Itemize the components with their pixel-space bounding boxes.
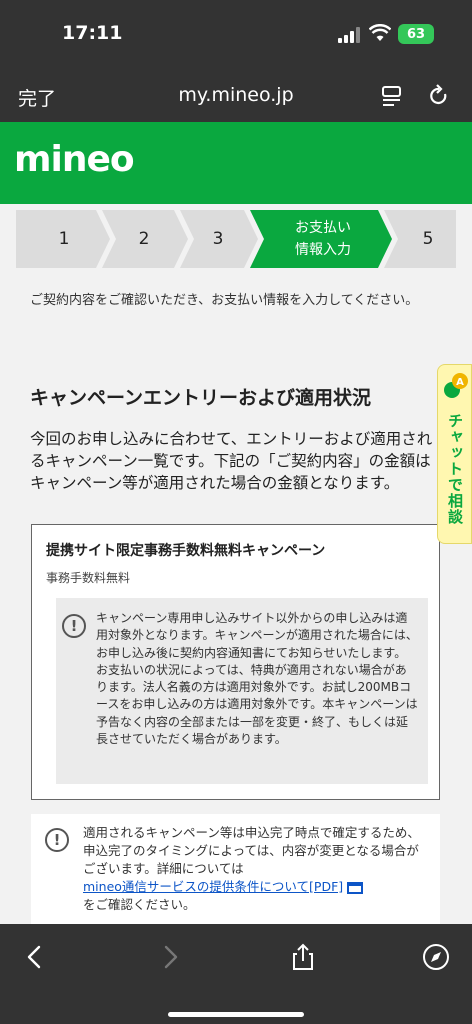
- forward-icon[interactable]: [155, 942, 185, 972]
- brand-header: mineo: [0, 122, 472, 204]
- section-title: キャンペーンエントリーおよび適用状況: [30, 387, 372, 409]
- step-5: 5: [422, 229, 434, 249]
- step-4-line1: お支払い: [295, 220, 351, 236]
- campaign-subtitle: 事務手数料無料: [46, 571, 131, 585]
- terms-pdf-link[interactable]: mineo通信サービスの提供条件について[PDF]: [83, 879, 343, 894]
- home-indicator: [168, 1012, 304, 1017]
- status-bar: 17:11 63: [0, 0, 472, 62]
- step-4-active: お支払い 情報入力: [268, 210, 378, 268]
- note-text-before: 適用されるキャンペーン等は申込完了時点で確定するため、申込完了のタイミングによっ…: [83, 825, 420, 876]
- campaign-card: 提携サイト限定事務手数料無料キャンペーン 事務手数料無料 ! キャンペーン専用申…: [31, 524, 440, 800]
- campaign-notice: ! キャンペーン専用申し込みサイト以外からの申し込みは適用対象外となります。キャ…: [56, 598, 428, 784]
- battery-level: 63: [406, 26, 426, 42]
- chat-label: チャットで相談: [446, 413, 464, 525]
- browser-toolbar: [0, 924, 472, 1024]
- chat-badge-letter: A: [456, 377, 464, 388]
- wifi-icon: [369, 24, 391, 41]
- browser-header: 17:11 63 完了 my.mineo.jp: [0, 0, 472, 122]
- back-icon[interactable]: [20, 942, 50, 972]
- note-text: 適用されるキャンペーン等は申込完了時点で確定するため、申込完了のタイミングによっ…: [83, 824, 425, 914]
- intro-text: ご契約内容をご確認いただき、お支払い情報を入力してください。: [30, 293, 419, 308]
- step-3: 3: [212, 229, 224, 249]
- info-icon: !: [62, 614, 86, 638]
- section-description: 今回のお申し込みに合わせて、エントリーおよび適用されるキャンペーン一覧です。下記…: [30, 430, 433, 492]
- confirmation-note: ! 適用されるキャンペーン等は申込完了時点で確定するため、申込完了のタイミングに…: [31, 814, 440, 926]
- step-4-line2: 情報入力: [295, 242, 351, 258]
- progress-steps: 1 2 3 お支払い 情報入力 5: [16, 210, 456, 268]
- status-time: 17:11: [62, 22, 123, 44]
- campaign-notice-text: キャンペーン専用申し込みサイト以外からの申し込みは適用対象外となります。キャンペ…: [96, 611, 418, 747]
- compass-icon[interactable]: [421, 942, 451, 972]
- chat-bubble-icon: A: [444, 373, 468, 398]
- signal-icon: [338, 27, 360, 43]
- battery-icon: 63: [398, 24, 434, 44]
- share-icon[interactable]: [288, 942, 318, 972]
- campaign-title: 提携サイト限定事務手数料無料キャンペーン: [46, 543, 326, 559]
- external-window-icon: [347, 881, 364, 894]
- reader-icon[interactable]: [380, 84, 404, 108]
- browser-bar: 完了 my.mineo.jp: [0, 70, 472, 122]
- note-text-after: をご確認ください。: [83, 897, 196, 912]
- reload-icon[interactable]: [428, 84, 450, 108]
- step-2: 2: [138, 229, 150, 249]
- step-1: 1: [58, 229, 70, 249]
- mineo-logo[interactable]: mineo: [14, 139, 135, 180]
- chat-consult-button[interactable]: A チャットで相談: [437, 364, 472, 544]
- info-icon: !: [45, 828, 69, 852]
